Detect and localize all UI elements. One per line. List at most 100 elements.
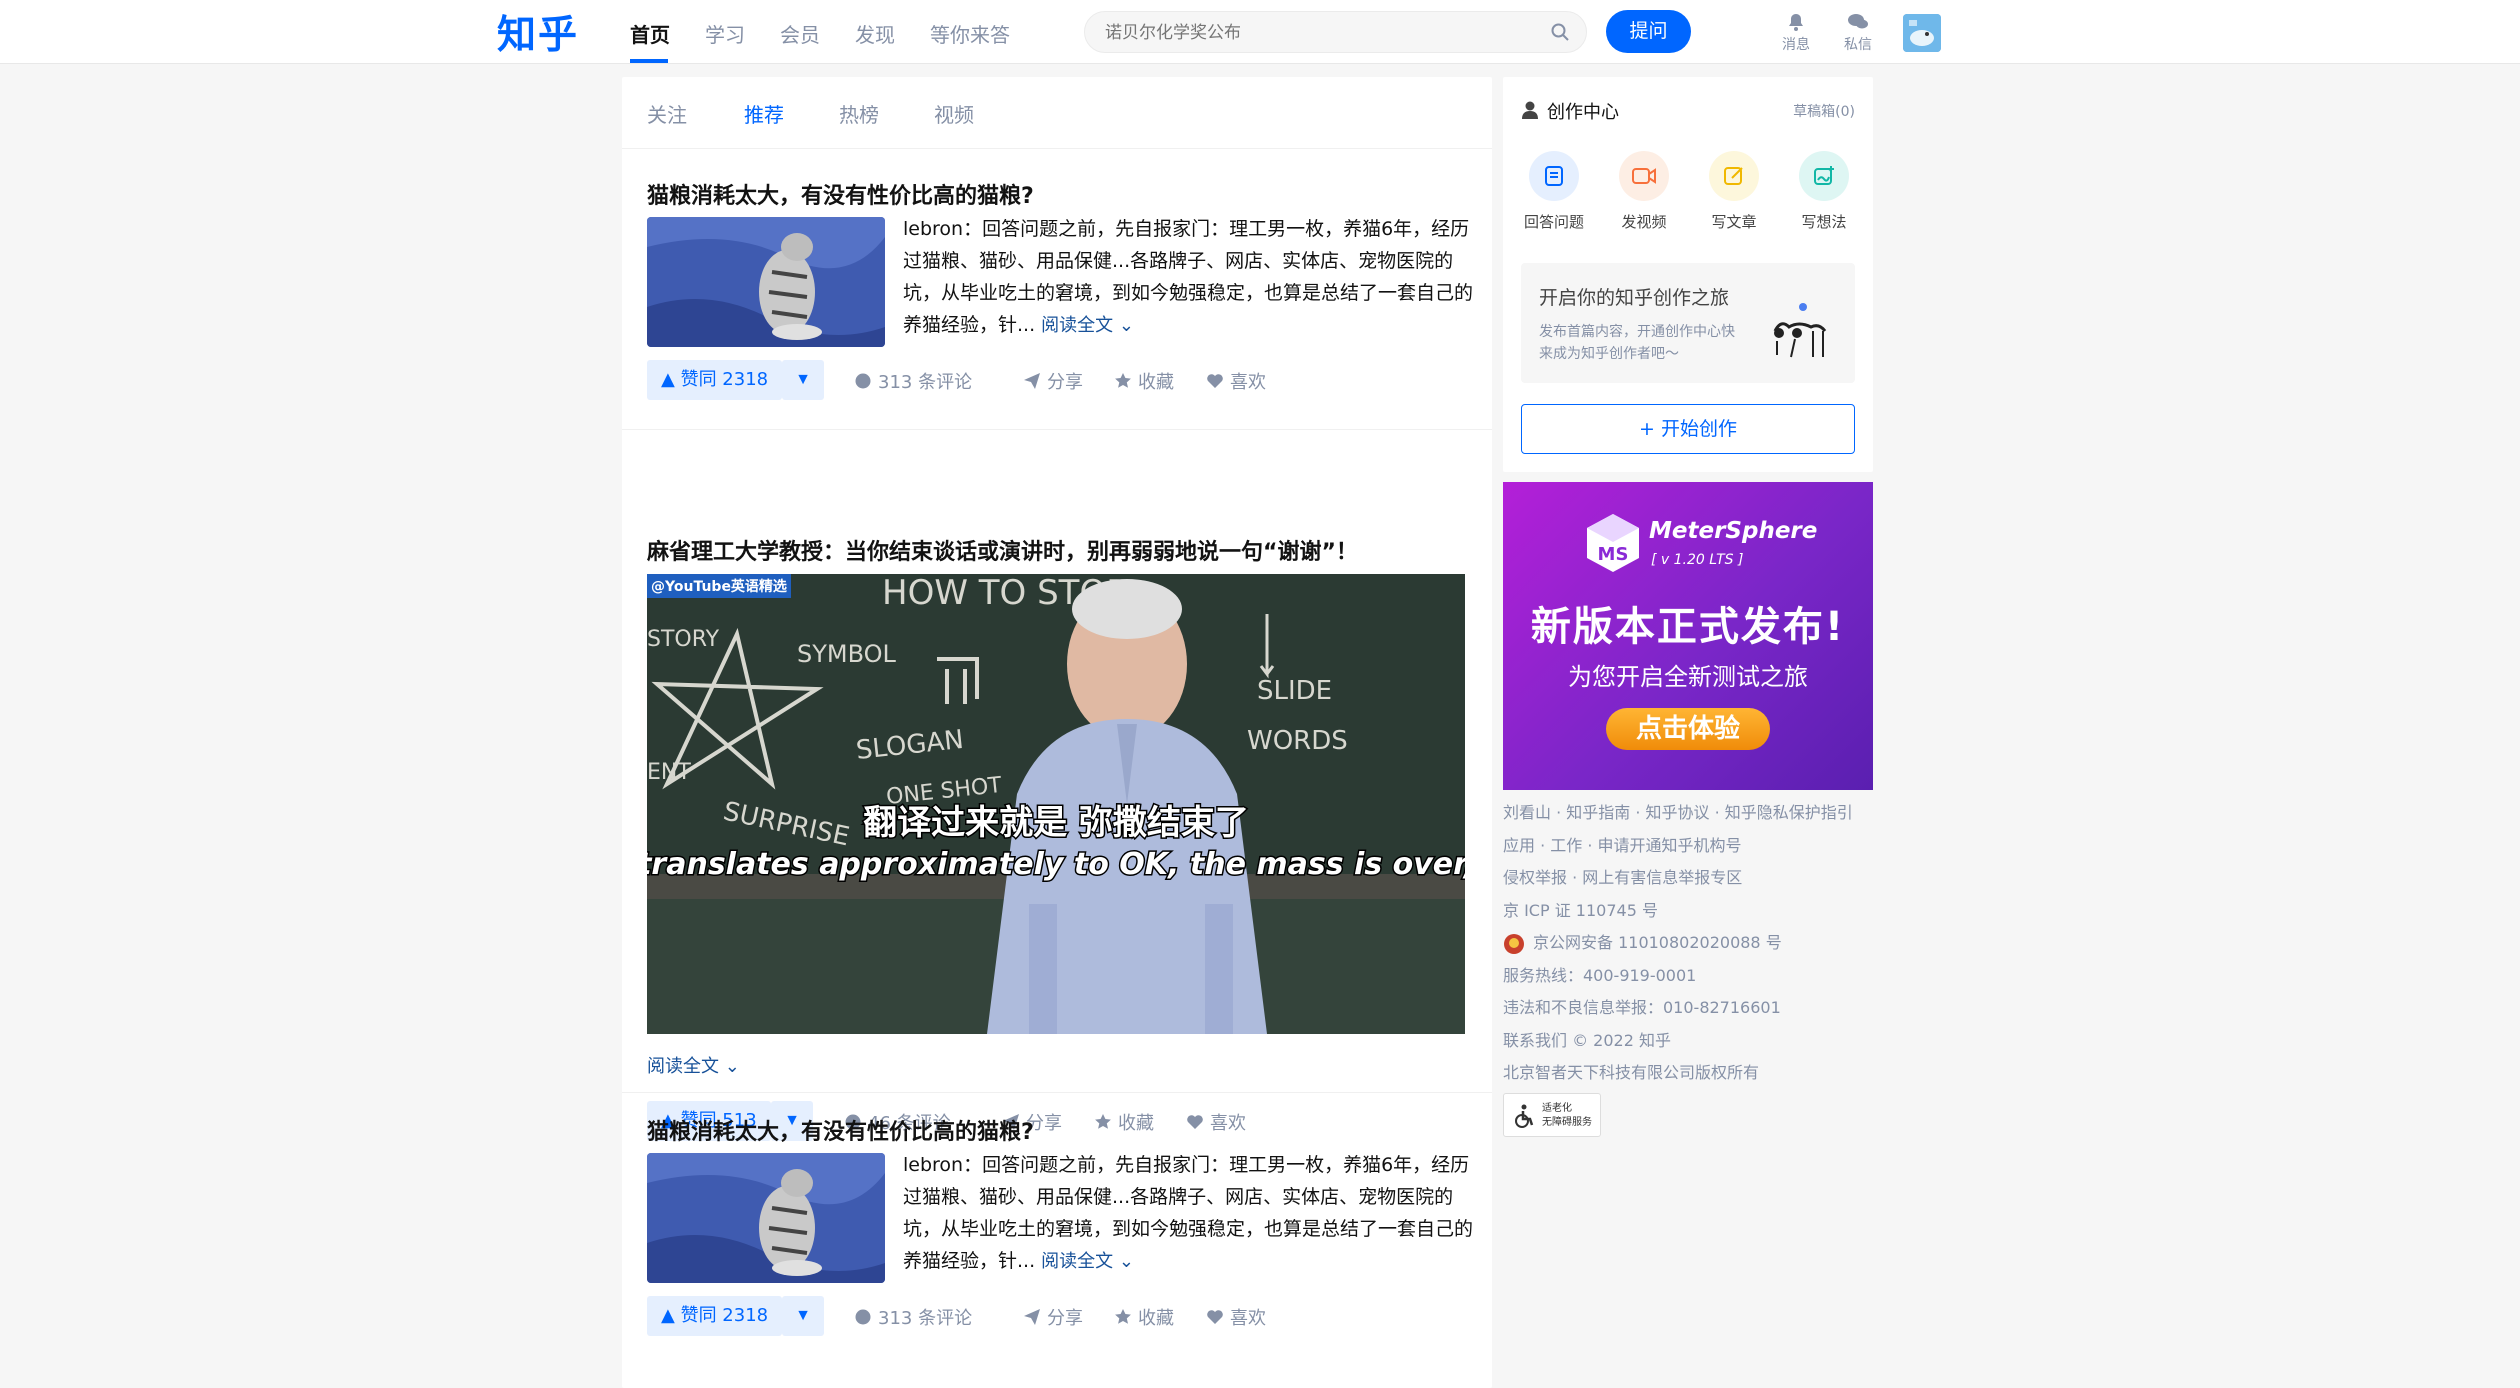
messages-button[interactable]: 消息: [1776, 12, 1816, 56]
video-camera-icon: [1632, 168, 1656, 184]
nav-vip[interactable]: 会员: [780, 19, 820, 48]
promo-title: 开启你的知乎创作之旅: [1539, 287, 1730, 309]
search-input[interactable]: [1105, 20, 1525, 46]
feed-item-title[interactable]: 猫粮消耗太大，有没有性价比高的猫粮?: [647, 178, 1034, 210]
search-icon[interactable]: [1550, 22, 1570, 42]
nav-learn[interactable]: 学习: [705, 19, 745, 48]
downvote-button[interactable]: ▼: [782, 360, 824, 400]
footer-links[interactable]: 应用 · 工作 · 申请开通知乎机构号: [1503, 834, 1873, 867]
like-button[interactable]: 喜欢: [1206, 368, 1266, 394]
tool-label: 写文章: [1711, 213, 1757, 231]
footer-icp[interactable]: 京 ICP 证 110745 号: [1503, 899, 1873, 932]
collect-button[interactable]: 收藏: [1114, 368, 1174, 394]
private-message-button[interactable]: 私信: [1838, 12, 1878, 56]
tab-hot[interactable]: 热榜: [839, 99, 879, 128]
share-icon: [1024, 1309, 1040, 1325]
comment-icon: [855, 1309, 871, 1325]
tab-video[interactable]: 视频: [934, 99, 974, 128]
footer-copyright: 北京智者天下科技有限公司版权所有: [1503, 1063, 1760, 1082]
feed-tabs: 关注 推荐 热榜 视频: [622, 77, 1492, 149]
ad-subheadline: 为您开启全新测试之旅: [1568, 663, 1808, 691]
drafts-link[interactable]: 草稿箱(0): [1793, 101, 1855, 121]
footer-links[interactable]: 侵权举报 · 网上有害信息举报专区: [1503, 866, 1873, 899]
video-watermark: @YouTube英语精选: [647, 574, 791, 598]
read-more-link[interactable]: 阅读全文 ⌄: [1041, 1251, 1134, 1272]
tool-label: 发视频: [1621, 213, 1667, 231]
nav-home[interactable]: 首页: [630, 19, 670, 48]
video-subtitle-en: translates approximately to OK, the mass…: [647, 847, 1465, 882]
comment-button[interactable]: 313 条评论: [854, 368, 972, 394]
write-thought-tool[interactable]: 写想法: [1789, 151, 1859, 232]
read-more-label: 阅读全文: [647, 1056, 719, 1077]
wheelchair-icon: [1515, 1104, 1534, 1128]
answer-question-tool[interactable]: 回答问题: [1519, 151, 1589, 232]
collect-button[interactable]: 收藏: [1114, 1304, 1174, 1330]
board-text-words: WORDS: [1247, 726, 1348, 756]
avatar-image: [1903, 14, 1941, 52]
thought-image-icon: [1814, 166, 1834, 185]
excerpt-text: lebron：回答问题之前，先自报家门：理工男一枚，养猫6年，经历过猫粮、猫砂、…: [903, 218, 1474, 336]
feed-item-actions: ▲ 赞同 2318 ▼ 313 条评论 分享 收藏 喜欢: [647, 1296, 1467, 1336]
feed-video-player[interactable]: HOW TO STOP STORY SYMBOL SLOGAN ONE SHOT…: [647, 574, 1465, 1034]
police-record-text: 京公网安备 11010802020088 号: [1533, 933, 1782, 952]
feed-item-actions: ▲ 赞同 2318 ▼ 313 条评论 分享 收藏 喜欢: [647, 360, 1467, 400]
feed-item-thumbnail[interactable]: [647, 217, 885, 347]
excerpt-text: lebron：回答问题之前，先自报家门：理工男一枚，养猫6年，经历过猫粮、猫砂、…: [903, 1154, 1474, 1272]
cat-image: [647, 217, 885, 347]
nav-discover[interactable]: 发现: [855, 19, 895, 48]
heart-icon: [1207, 374, 1223, 388]
tab-recommend[interactable]: 推荐: [744, 99, 784, 128]
read-more-label: 阅读全文: [1041, 315, 1114, 336]
video-frame: HOW TO STOP STORY SYMBOL SLOGAN ONE SHOT…: [647, 574, 1465, 1034]
tab-follow[interactable]: 关注: [647, 99, 687, 128]
comment-count: 313 条评论: [878, 1308, 973, 1329]
feed-item-excerpt[interactable]: lebron：回答问题之前，先自报家门：理工男一枚，养猫6年，经历过猫粮、猫砂、…: [903, 213, 1473, 343]
footer-links[interactable]: 刘看山 · 知乎指南 · 知乎协议 · 知乎隐私保护指引: [1503, 801, 1873, 834]
star-icon: [1115, 1309, 1131, 1324]
creator-illustration: [1773, 303, 1827, 358]
footer-contact[interactable]: 联系我们 © 2022 知乎: [1503, 1029, 1873, 1062]
creator-center-card: 创作中心 草稿箱(0) 回答问题 发视频 写文章 写想法 开启你的知乎创作之旅 …: [1503, 77, 1873, 472]
feed-item-title[interactable]: 猫粮消耗太大，有没有性价比高的猫粮?: [647, 1114, 1034, 1146]
share-button[interactable]: 分享: [1023, 368, 1083, 394]
read-more-link[interactable]: 阅读全文 ⌄: [647, 1052, 740, 1078]
accessibility-label-line: 适老化: [1542, 1103, 1572, 1114]
like-button[interactable]: 喜欢: [1206, 1304, 1266, 1330]
read-more-link[interactable]: 阅读全文 ⌄: [1041, 315, 1134, 336]
upvote-button[interactable]: ▲ 赞同 2318: [647, 1296, 783, 1336]
board-text-story: STORY: [647, 627, 720, 652]
share-label: 分享: [1047, 372, 1083, 393]
zhihu-logo[interactable]: 知乎: [497, 4, 579, 60]
accessibility-label-line: 无障碍服务: [1542, 1117, 1592, 1128]
start-creating-button[interactable]: + 开始创作: [1521, 404, 1855, 454]
ad-cta-button[interactable]: 点击体验: [1606, 708, 1770, 750]
accessibility-button[interactable]: 适老化 无障碍服务: [1503, 1093, 1601, 1137]
nav-waiting[interactable]: 等你来答: [930, 19, 1010, 48]
feed-item-excerpt[interactable]: lebron：回答问题之前，先自报家门：理工男一枚，养猫6年，经历过猫粮、猫砂、…: [903, 1149, 1473, 1279]
board-text-symbol: SYMBOL: [797, 640, 897, 668]
feed-item-thumbnail[interactable]: [647, 1153, 885, 1283]
creator-promo: 开启你的知乎创作之旅 发布首篇内容，开通创作中心快来成为知乎创作者吧～: [1521, 263, 1855, 383]
accessibility-label: 适老化 无障碍服务: [1542, 1102, 1592, 1130]
write-article-tool[interactable]: 写文章: [1699, 151, 1769, 232]
share-label: 分享: [1047, 1308, 1083, 1329]
ad-brand: MeterSphere: [1649, 518, 1818, 544]
ask-button[interactable]: 提问: [1606, 10, 1691, 53]
user-icon: [1522, 101, 1538, 119]
metersphere-ad-banner[interactable]: MS MeterSphere [ v 1.20 LTS ] 新版本正式发布! 为…: [1503, 482, 1873, 790]
footer-report: 违法和不良信息举报：010-82716601: [1503, 998, 1781, 1017]
share-button[interactable]: 分享: [1023, 1304, 1083, 1330]
star-icon: [1115, 373, 1131, 388]
heart-icon: [1207, 1310, 1223, 1324]
upvote-button[interactable]: ▲ 赞同 2318: [647, 360, 783, 400]
document-icon: [1545, 166, 1563, 186]
comment-button[interactable]: 313 条评论: [854, 1304, 972, 1330]
feed-item-title[interactable]: 麻省理工大学教授：当你结束谈话或演讲时，别再弱弱地说一句“谢谢”！: [647, 534, 1358, 566]
user-avatar[interactable]: [1903, 14, 1941, 52]
post-video-tool[interactable]: 发视频: [1609, 151, 1679, 232]
downvote-button[interactable]: ▼: [782, 1296, 824, 1336]
collect-label: 收藏: [1138, 1308, 1174, 1329]
comment-count: 313 条评论: [878, 372, 973, 393]
footer-police-record[interactable]: 京公网安备 11010802020088 号: [1503, 931, 1873, 964]
feed-item: 猫粮消耗太大，有没有性价比高的猫粮? lebron：回答问题之前，先自报家门：理…: [622, 1093, 1492, 1388]
